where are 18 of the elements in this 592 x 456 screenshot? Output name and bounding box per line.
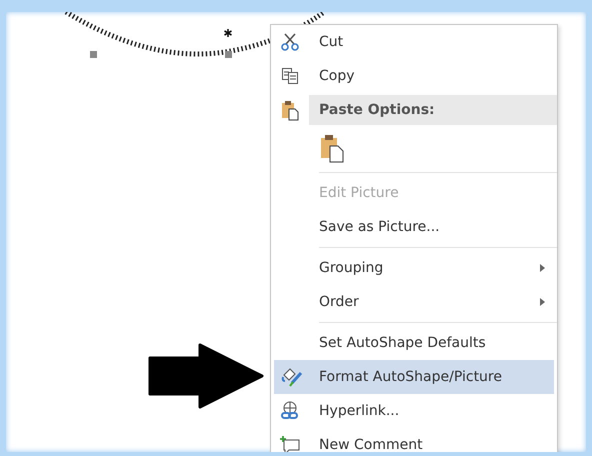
menu-item[interactable]: Grouping xyxy=(271,251,557,285)
copy-icon xyxy=(281,67,299,85)
menu-item[interactable]: Format AutoShape/Picture xyxy=(274,360,554,394)
menu-item[interactable]: Save as Picture... xyxy=(271,210,557,244)
menu-item[interactable]: Order xyxy=(271,285,557,319)
menu-item[interactable]: Set AutoShape Defaults xyxy=(271,326,557,360)
menu-section-header: Paste Options: xyxy=(309,95,557,125)
clipboard-icon xyxy=(281,99,299,121)
menu-item[interactable]: New Comment xyxy=(271,428,557,452)
paint-brush-icon xyxy=(280,367,302,387)
menu-item[interactable]: Hyperlink... xyxy=(271,394,557,428)
submenu-arrow-icon xyxy=(540,264,545,272)
paste-option-icon[interactable] xyxy=(319,133,345,163)
menu-item[interactable]: Cut xyxy=(271,25,557,59)
submenu-arrow-icon xyxy=(540,298,545,306)
menu-item[interactable]: Copy xyxy=(271,59,557,93)
scissors-icon xyxy=(280,32,300,52)
hyperlink-icon xyxy=(280,401,300,421)
